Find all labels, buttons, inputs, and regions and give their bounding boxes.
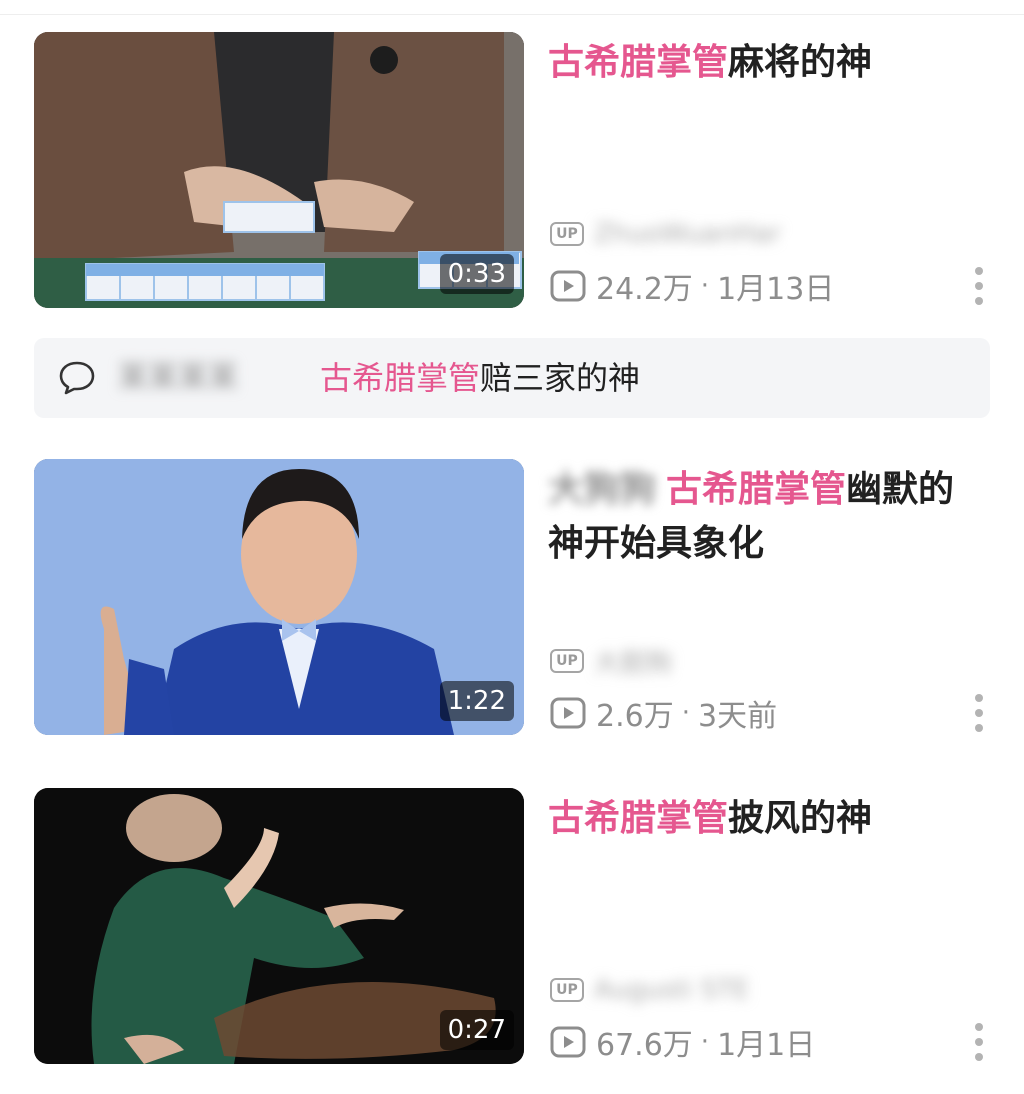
comment-bubble-icon xyxy=(59,361,95,395)
meta-separator: · xyxy=(681,698,690,728)
video-card-1[interactable]: 0:33 古希腊掌管麻将的神 UP ZhuoWuanHar 24.2万 · 1月… xyxy=(34,32,994,308)
top-divider xyxy=(0,0,1024,15)
publish-date: 1月13日 xyxy=(717,272,835,307)
uploader-row[interactable]: UP Augusti STE xyxy=(550,974,749,1006)
up-badge-icon: UP xyxy=(550,649,584,673)
video-duration: 0:33 xyxy=(439,254,514,294)
comment-user[interactable]: 某某某某 xyxy=(118,360,238,396)
title-rest: 披风的神 xyxy=(728,798,873,839)
video-thumbnail[interactable]: 0:33 xyxy=(34,32,524,308)
video-title[interactable]: 古希腊掌管披风的神 xyxy=(548,792,978,846)
comment-rest: 赔三家的神 xyxy=(480,359,641,397)
uploader-name[interactable]: Augusti STE xyxy=(594,975,749,1005)
publish-date: 3天前 xyxy=(697,699,778,734)
title-highlight: 古希腊掌管 xyxy=(548,42,729,83)
video-title[interactable]: 大狗狗 古希腊掌管幽默的神开始具象化 xyxy=(548,463,978,571)
play-count-icon xyxy=(550,270,586,302)
play-count-icon xyxy=(550,1026,586,1058)
up-badge-icon: UP xyxy=(550,978,584,1002)
uploader-name[interactable]: 大胆狗 xyxy=(594,643,672,680)
video-card-3[interactable]: 0:27 古希腊掌管披风的神 UP Augusti STE 67.6万 · 1月… xyxy=(34,788,994,1064)
title-user-prefix: 大狗狗 xyxy=(548,469,657,510)
video-card-2[interactable]: 1:22 大狗狗 古希腊掌管幽默的神开始具象化 UP 大胆狗 2.6万 · 3天前 xyxy=(34,459,994,735)
uploader-row[interactable]: UP 大胆狗 xyxy=(550,643,672,680)
comment-banner[interactable]: 某某某某 古希腊掌管赔三家的神 xyxy=(34,338,990,418)
meta-separator: · xyxy=(700,271,710,301)
more-vertical-icon[interactable] xyxy=(968,264,990,308)
title-rest: 麻将的神 xyxy=(728,42,873,83)
comment-text: 古希腊掌管赔三家的神 xyxy=(320,358,640,398)
view-count: 24.2万 xyxy=(596,272,693,307)
view-count: 67.6万 xyxy=(596,1028,693,1063)
play-count-icon xyxy=(550,697,586,729)
uploader-row[interactable]: UP ZhuoWuanHar xyxy=(550,218,781,250)
up-badge-icon: UP xyxy=(550,222,584,246)
uploader-name[interactable]: ZhuoWuanHar xyxy=(594,219,781,249)
meta-separator: · xyxy=(700,1027,710,1057)
more-vertical-icon[interactable] xyxy=(968,691,990,735)
video-stats: 24.2万 · 1月13日 xyxy=(550,268,834,307)
publish-date: 1月1日 xyxy=(717,1028,816,1063)
more-vertical-icon[interactable] xyxy=(968,1020,990,1064)
video-stats: 67.6万 · 1月1日 xyxy=(550,1024,815,1063)
title-highlight: 古希腊掌管 xyxy=(548,798,729,839)
video-title[interactable]: 古希腊掌管麻将的神 xyxy=(548,36,978,90)
video-duration: 1:22 xyxy=(439,681,514,721)
title-highlight: 古希腊掌管 xyxy=(666,469,847,510)
video-stats: 2.6万 · 3天前 xyxy=(550,695,777,734)
video-duration: 0:27 xyxy=(439,1010,514,1050)
video-thumbnail[interactable]: 0:27 xyxy=(34,788,524,1064)
comment-highlight: 古希腊掌管 xyxy=(320,359,481,397)
view-count: 2.6万 xyxy=(596,699,674,734)
video-thumbnail[interactable]: 1:22 xyxy=(34,459,524,735)
